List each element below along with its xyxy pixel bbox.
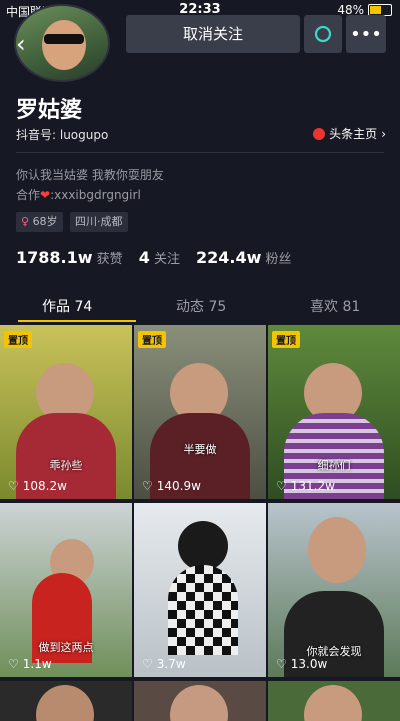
battery-fill — [370, 6, 381, 14]
video-tile[interactable] — [0, 681, 132, 721]
avatar-face — [42, 20, 86, 70]
unfollow-button[interactable]: 取消关注 — [126, 15, 300, 53]
douyin-id: 抖音号: luogupo — [16, 128, 109, 142]
likes-count: 3.7w — [156, 657, 186, 671]
video-likes: ♡ 3.7w — [142, 657, 186, 671]
video-tile[interactable]: 置顶 细孙们 ♡ 131.2w — [268, 325, 400, 499]
likes-count: 108.2w — [22, 479, 67, 493]
likes-count: 1.1w — [22, 657, 52, 671]
heart-outline-icon: ♡ — [8, 657, 19, 671]
thumbnail-person — [308, 517, 366, 583]
bio-line-2: 合作❤:xxxibgdrgngirl — [16, 186, 141, 203]
video-tile[interactable] — [134, 681, 266, 721]
video-likes: ♡ 131.2w — [276, 479, 335, 493]
more-icon: ••• — [350, 23, 382, 45]
video-tile[interactable]: 置顶 乖孙些 ♡ 108.2w — [0, 325, 132, 499]
toutiao-label: 头条主页 — [329, 127, 378, 141]
video-tile[interactable]: 做到这两点 ♡ 1.1w — [0, 503, 132, 677]
heart-outline-icon: ♡ — [8, 479, 19, 493]
thumbnail-person — [170, 685, 228, 721]
thumbnail-body — [168, 565, 238, 655]
video-caption: 细孙们 — [317, 459, 351, 472]
video-tile[interactable]: 置顶 半要做 ♡ 140.9w — [134, 325, 266, 499]
avatar[interactable] — [14, 4, 110, 82]
pinned-badge: 置顶 — [272, 331, 300, 348]
profile-tabs: 作品 74 动态 75 喜欢 81 — [0, 290, 400, 324]
thumbnail-person — [36, 685, 94, 721]
video-likes: ♡ 1.1w — [8, 657, 52, 671]
chevron-right-icon: › — [381, 126, 386, 141]
pinned-badge: 置顶 — [4, 331, 32, 348]
pinned-badge: 置顶 — [138, 331, 166, 348]
thumbnail-person — [304, 685, 362, 721]
video-likes: ♡ 13.0w — [276, 657, 327, 671]
following-value: 4 — [138, 248, 150, 267]
chevron-left-icon[interactable]: ‹ — [16, 30, 26, 58]
chat-button[interactable] — [304, 15, 342, 53]
heart-outline-icon: ♡ — [276, 657, 287, 671]
more-button[interactable]: ••• — [346, 15, 386, 53]
likes-count: 13.0w — [290, 657, 328, 671]
followers-label: 粉丝 — [265, 252, 292, 267]
profile-name: 罗姑婆 — [16, 98, 83, 123]
tab-indicator — [18, 320, 136, 322]
bio-prefix: 合作 — [16, 188, 41, 202]
video-likes: ♡ 108.2w — [8, 479, 67, 493]
tab-dynamics[interactable]: 动态 75 — [176, 296, 226, 316]
avatar-sunglasses — [44, 34, 84, 44]
followers-value: 224.4w — [195, 248, 262, 267]
heart-icon: ❤ — [40, 188, 51, 202]
bio-line-1: 你认我当姑婆 我教你耍朋友 — [16, 168, 164, 182]
toutiao-icon — [313, 127, 326, 140]
video-caption: 做到这两点 — [38, 641, 94, 654]
likes-count: 140.9w — [156, 479, 201, 493]
following-stat[interactable]: 4 关注 — [139, 248, 180, 267]
video-likes: ♡ 140.9w — [142, 479, 201, 493]
likes-value: 1788.1w — [16, 248, 93, 267]
toutiao-link[interactable]: 头条主页 › — [313, 125, 386, 142]
video-caption: 半要做 — [183, 443, 217, 456]
age-label: 68岁 — [32, 215, 58, 228]
gender-icon: ♀ — [21, 215, 30, 228]
heart-outline-icon: ♡ — [276, 479, 287, 493]
thumbnail-person — [178, 521, 228, 571]
divider — [16, 152, 384, 153]
tab-works[interactable]: 作品 74 — [42, 296, 92, 316]
heart-outline-icon: ♡ — [142, 657, 153, 671]
chat-icon — [314, 25, 332, 43]
bio-suffix: :xxxibgdrgngirl — [50, 188, 141, 202]
video-tile[interactable]: ♡ 3.7w — [134, 503, 266, 677]
heart-outline-icon: ♡ — [142, 479, 153, 493]
likes-stat: 1788.1w 获赞 — [16, 248, 123, 267]
video-caption: 乖孙些 — [49, 459, 83, 472]
followers-stat[interactable]: 224.4w 粉丝 — [196, 248, 292, 267]
video-tile[interactable]: 你就会发现 ♡ 13.0w — [268, 503, 400, 677]
location-tag: 四川·成都 — [70, 212, 128, 232]
following-label: 关注 — [153, 252, 180, 267]
age-tag: ♀ 68岁 — [16, 212, 63, 232]
video-tile[interactable] — [268, 681, 400, 721]
likes-count: 131.2w — [290, 479, 335, 493]
tab-likes[interactable]: 喜欢 81 — [310, 296, 360, 316]
stats-row: 1788.1w 获赞 4 关注 224.4w 粉丝 — [16, 248, 292, 267]
likes-label: 获赞 — [96, 252, 123, 267]
